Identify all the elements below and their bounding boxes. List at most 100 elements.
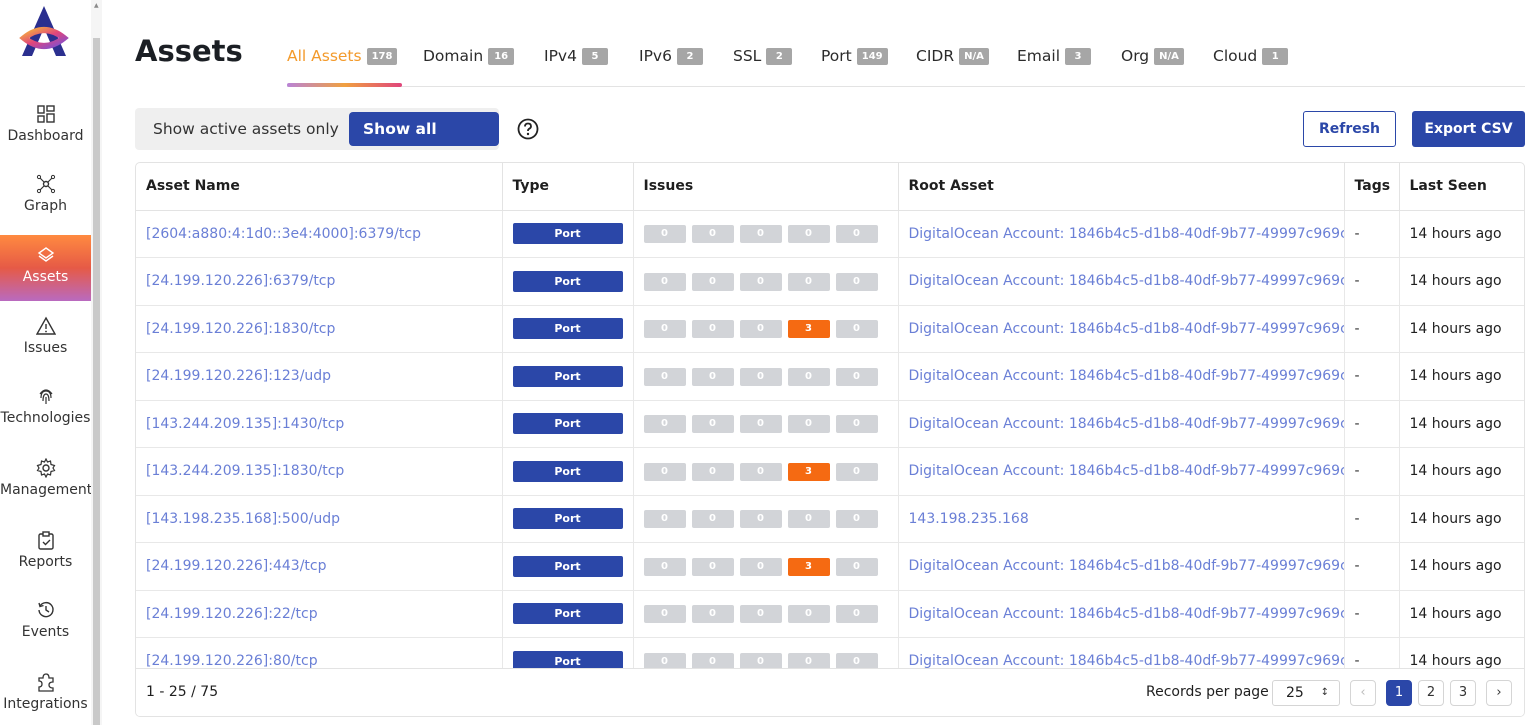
issue-count-badge[interactable]: 0 [835, 605, 878, 624]
tab-org[interactable]: Org N/A [1121, 47, 1184, 65]
column-header-last-seen[interactable]: Last Seen [1399, 163, 1524, 211]
table-row[interactable]: [24.199.120.226]:6379/tcp Port 0 0 0 0 0 Digita… [136, 257, 1524, 306]
root-asset-link[interactable]: DigitalOcean Account: 1846b4c5-d1b8-40df… [909, 558, 1344, 574]
asset-name-link[interactable]: [143.244.209.135]:1430/tcp [146, 416, 344, 432]
issue-count-badge[interactable]: 0 [691, 557, 734, 576]
issue-count-badge[interactable]: 0 [739, 462, 782, 481]
asset-name-link[interactable]: [24.199.120.226]:6379/tcp [146, 273, 335, 289]
table-row[interactable]: [143.244.209.135]:1830/tcp Port 0 0 0 3 0 Digit… [136, 447, 1524, 496]
issue-count-badge[interactable]: 0 [691, 320, 734, 339]
page-2-button[interactable]: 2 [1418, 680, 1444, 706]
table-row[interactable]: [143.198.235.168]:500/udp Port 0 0 0 0 0 143.19… [136, 495, 1524, 543]
tab-cidr[interactable]: CIDR N/A [916, 47, 989, 65]
table-row[interactable]: [24.199.120.226]:1830/tcp Port 0 0 0 3 0 Digita… [136, 305, 1524, 353]
issue-count-badge[interactable]: 0 [643, 225, 686, 244]
sidebar-item-management[interactable]: Management [0, 448, 92, 514]
root-asset-link[interactable]: DigitalOcean Account: 1846b4c5-d1b8-40df… [909, 606, 1344, 622]
issue-count-badge[interactable]: 0 [787, 605, 830, 624]
asset-name-link[interactable]: [24.199.120.226]:123/udp [146, 368, 331, 384]
tab-domain[interactable]: Domain 16 [423, 47, 515, 65]
sidebar-item-dashboard[interactable]: Dashboard [0, 94, 91, 160]
issue-count-badge[interactable]: 0 [835, 510, 878, 529]
scrollbar-thumb[interactable] [93, 38, 100, 725]
issue-count-badge[interactable]: 0 [739, 605, 782, 624]
next-page-button[interactable]: › [1486, 680, 1512, 706]
issue-count-badge[interactable]: 0 [739, 557, 782, 576]
root-asset-link[interactable]: DigitalOcean Account: 1846b4c5-d1b8-40df… [909, 416, 1344, 432]
issue-count-badge[interactable]: 0 [835, 462, 878, 481]
help-icon[interactable] [517, 118, 539, 140]
issue-count-badge[interactable]: 0 [835, 272, 878, 291]
refresh-button[interactable]: Refresh [1303, 111, 1396, 147]
sidebar-item-integrations[interactable]: Integrations [0, 662, 91, 728]
issue-count-badge[interactable]: 0 [739, 367, 782, 386]
issue-count-badge[interactable]: 3 [787, 320, 830, 339]
issue-count-badge[interactable]: 0 [739, 320, 782, 339]
page-3-button[interactable]: 3 [1450, 680, 1476, 706]
issue-count-badge[interactable]: 0 [691, 415, 734, 434]
issue-count-badge[interactable]: 0 [787, 367, 830, 386]
issue-count-badge[interactable]: 0 [643, 557, 686, 576]
issue-count-badge[interactable]: 0 [787, 415, 830, 434]
sidebar-item-technologies[interactable]: Technologies [0, 376, 91, 442]
tab-ipv6[interactable]: IPv6 2 [639, 47, 703, 65]
asset-name-link[interactable]: [24.199.120.226]:22/tcp [146, 606, 318, 622]
issue-count-badge[interactable]: 0 [835, 557, 878, 576]
table-row[interactable]: [24.199.120.226]:22/tcp Port 0 0 0 0 0 DigitalO… [136, 590, 1524, 638]
table-row[interactable]: [143.244.209.135]:1430/tcp Port 0 0 0 0 0 Digit… [136, 400, 1524, 448]
asset-name-link[interactable]: [24.199.120.226]:443/tcp [146, 558, 326, 574]
asset-name-link[interactable]: [143.244.209.135]:1830/tcp [146, 463, 344, 479]
tab-port[interactable]: Port 149 [821, 47, 888, 65]
issue-count-badge[interactable]: 0 [643, 510, 686, 529]
issue-count-badge[interactable]: 0 [835, 367, 878, 386]
issue-count-badge[interactable]: 0 [787, 510, 830, 529]
asset-name-link[interactable]: [2604:a880:4:1d0::3e4:4000]:6379/tcp [146, 226, 421, 242]
records-per-page-select[interactable]: 25 ↕ [1272, 680, 1340, 706]
tab-cloud[interactable]: Cloud 1 [1213, 47, 1289, 65]
issue-count-badge[interactable]: 3 [787, 557, 830, 576]
tab-ipv4[interactable]: IPv4 5 [544, 47, 608, 65]
issue-count-badge[interactable]: 0 [643, 272, 686, 291]
sidebar-item-assets[interactable]: Assets [0, 235, 91, 301]
tab-all-assets[interactable]: All Assets 178 [287, 47, 398, 65]
root-asset-link[interactable]: DigitalOcean Account: 1846b4c5-d1b8-40df… [909, 368, 1344, 384]
issue-count-badge[interactable]: 0 [739, 415, 782, 434]
tab-ssl[interactable]: SSL 2 [733, 47, 793, 65]
table-row[interactable]: [24.199.120.226]:123/udp Port 0 0 0 0 0 Digital… [136, 352, 1524, 401]
sidebar-item-issues[interactable]: Issues [0, 306, 91, 372]
issue-count-badge[interactable]: 0 [739, 225, 782, 244]
tab-email[interactable]: Email 3 [1017, 47, 1092, 65]
asset-name-link[interactable]: [143.198.235.168]:500/udp [146, 511, 340, 527]
sidebar-item-events[interactable]: Events [0, 590, 91, 656]
issue-count-badge[interactable]: 0 [691, 272, 734, 291]
issue-count-badge[interactable]: 3 [787, 462, 830, 481]
root-asset-link[interactable]: 143.198.235.168 [909, 511, 1029, 527]
column-header-issues[interactable]: Issues [633, 163, 899, 211]
issue-count-badge[interactable]: 0 [691, 225, 734, 244]
issue-count-badge[interactable]: 0 [643, 415, 686, 434]
sidebar-scrollbar[interactable]: ▲ [91, 0, 102, 725]
issue-count-badge[interactable]: 0 [643, 367, 686, 386]
issue-count-badge[interactable]: 0 [835, 415, 878, 434]
issue-count-badge[interactable]: 0 [739, 272, 782, 291]
show-all-assets-option[interactable]: Show all assets [349, 112, 499, 172]
root-asset-link[interactable]: DigitalOcean Account: 1846b4c5-d1b8-40df… [909, 226, 1344, 242]
issue-count-badge[interactable]: 0 [835, 225, 878, 244]
root-asset-link[interactable]: DigitalOcean Account: 1846b4c5-d1b8-40df… [909, 321, 1344, 337]
prev-page-button[interactable]: ‹ [1350, 680, 1376, 706]
table-row[interactable]: [24.199.120.226]:443/tcp Port 0 0 0 3 0 Digital… [136, 542, 1524, 591]
issue-count-badge[interactable]: 0 [691, 605, 734, 624]
root-asset-link[interactable]: DigitalOcean Account: 1846b4c5-d1b8-40df… [909, 273, 1344, 289]
export-csv-button[interactable]: Export CSV [1412, 111, 1525, 147]
page-1-button[interactable]: 1 [1386, 680, 1412, 706]
table-row[interactable]: [2604:a880:4:1d0::3e4:4000]:6379/tcp Port… [136, 210, 1524, 258]
scroll-up-icon[interactable]: ▲ [94, 2, 99, 9]
app-logo-icon[interactable] [18, 4, 70, 58]
asset-name-link[interactable]: [24.199.120.226]:1830/tcp [146, 321, 335, 337]
sidebar-item-graph[interactable]: Graph [0, 164, 91, 230]
issue-count-badge[interactable]: 0 [691, 367, 734, 386]
issue-count-badge[interactable]: 0 [739, 510, 782, 529]
issue-count-badge[interactable]: 0 [787, 225, 830, 244]
show-active-assets-option[interactable]: Show active assets only [153, 108, 339, 150]
sidebar-item-reports[interactable]: Reports [0, 520, 91, 586]
